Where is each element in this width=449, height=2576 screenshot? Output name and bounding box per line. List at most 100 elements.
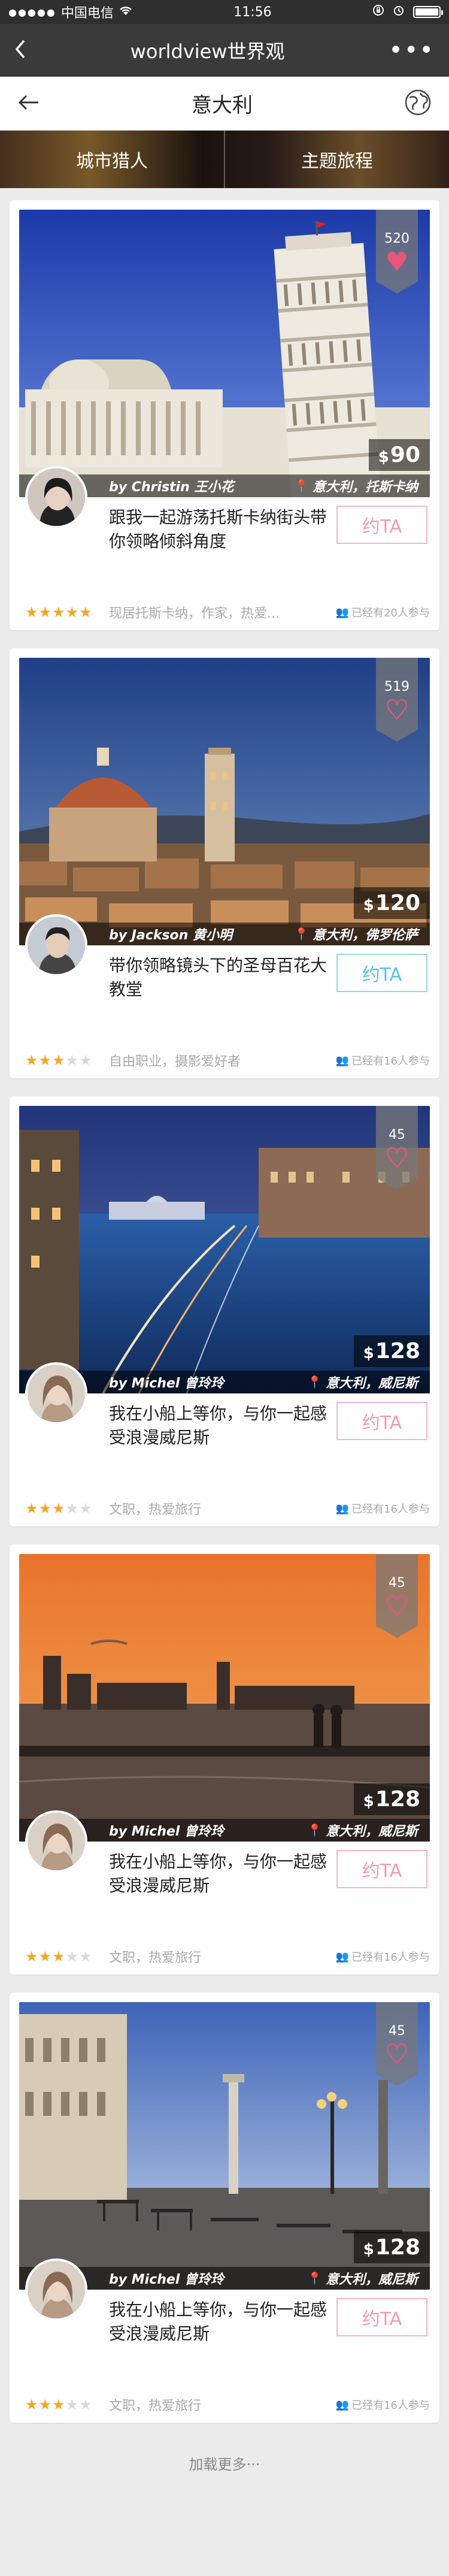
app-title: worldview世界观 (130, 40, 285, 63)
card-meta: ★★★★★ 现居托斯卡纳，作家，热爱... 👥 已经有20人参与 (19, 603, 430, 622)
card-info: 带你领略镜头下的圣母百花大教堂 约TA (19, 914, 430, 1044)
pin-icon: 📍 (307, 2271, 322, 2285)
rating-stars: ★★★★★ (25, 1052, 93, 1069)
card-meta: ★★★★★ 文职，热爱旅行 👥 已经有16人参与 (19, 1499, 430, 1518)
page-title: 意大利 (192, 93, 253, 117)
currency-symbol: $ (363, 1792, 374, 1810)
contact-button[interactable]: 约TA (336, 1402, 427, 1440)
like-count: 45 (389, 2024, 405, 2039)
like-badge[interactable]: 45 ♥ (376, 2002, 418, 2086)
like-count: 519 (384, 679, 409, 694)
tab-theme-journey[interactable]: 主题旅程 (225, 131, 449, 188)
guide-card[interactable]: 45 ♥ $128 by Michel 曾玲玲 📍 意大利，威尼斯 我在小船上等你… (10, 1096, 439, 1526)
avatar[interactable] (25, 2258, 87, 2321)
trip-title[interactable]: 我在小船上等你，与你一起感受浪漫威尼斯 (109, 1850, 334, 1898)
location: 📍 意大利，托斯卡纳 (294, 476, 418, 495)
people-icon: 👥 (335, 1054, 350, 1067)
pin-icon: 📍 (294, 927, 309, 941)
status-right (372, 4, 443, 20)
location-label: 意大利，威尼斯 (325, 1824, 418, 1839)
rating-stars: ★★★★★ (25, 1948, 93, 1965)
location: 📍 意大利，威尼斯 (307, 2269, 418, 2288)
participants-label: 已经有20人参与 (351, 607, 430, 619)
chevron-left-icon[interactable] (14, 39, 26, 62)
lock-rotation-icon (372, 4, 384, 20)
globe-icon[interactable] (404, 88, 432, 119)
card-photo: 45 ♥ $128 by Michel 曾玲玲 📍 意大利，威尼斯 (19, 1106, 430, 1393)
card-photo: 520 ♥ $90 by Christin 王小花 📍 意大利，托斯卡纳 (19, 210, 430, 497)
heart-icon[interactable]: ♥ (384, 1145, 409, 1172)
like-count: 520 (384, 231, 409, 246)
contact-button[interactable]: 约TA (336, 2298, 427, 2336)
card-list: 520 ♥ $90 by Christin 王小花 📍 意大利，托斯卡纳 跟我一起… (0, 188, 449, 2423)
people-icon: 👥 (335, 1502, 350, 1515)
heart-icon[interactable]: ♥ (385, 249, 408, 276)
participants: 👥 已经有16人参与 (336, 1501, 430, 1516)
info-actions: 约TA (334, 2298, 430, 2388)
like-badge[interactable]: 519 ♥ (376, 658, 418, 742)
contact-button[interactable]: 约TA (336, 506, 427, 544)
like-badge[interactable]: 45 ♥ (376, 1554, 418, 1638)
guide-card[interactable]: 519 ♥ $120 by Jackson 黄小明 📍 意大利，佛罗伦萨 带你领略… (10, 648, 439, 1078)
info-actions: 约TA (334, 1402, 430, 1492)
card-photo: 45 ♥ $128 by Michel 曾玲玲 📍 意大利，威尼斯 (19, 1554, 430, 1842)
arrow-left-icon[interactable] (17, 93, 41, 114)
contact-button[interactable]: 约TA (336, 1850, 427, 1888)
avatar[interactable] (25, 466, 87, 528)
card-meta: ★★★★★ 文职，热爱旅行 👥 已经有16人参与 (19, 1947, 430, 1966)
heart-icon[interactable]: ♥ (384, 1593, 409, 1620)
location-label: 意大利，威尼斯 (325, 1376, 418, 1391)
avatar[interactable] (25, 1810, 87, 1873)
guide-tags: 文职，热爱旅行 (109, 1951, 202, 1966)
pin-icon: 📍 (307, 1375, 322, 1389)
people-icon: 👥 (335, 1950, 350, 1963)
trip-title[interactable]: 我在小船上等你，与你一起感受浪漫威尼斯 (109, 2298, 334, 2346)
nav-bar: worldview世界观 ••• (0, 24, 449, 77)
price-tag: $128 (353, 1335, 430, 1367)
price-value: 128 (375, 1787, 420, 1812)
guide-card[interactable]: 45 ♥ $128 by Michel 曾玲玲 📍 意大利，威尼斯 我在小船上等你… (10, 1993, 439, 2423)
price-value: 120 (375, 891, 420, 915)
like-badge[interactable]: 520 ♥ (376, 210, 418, 294)
card-meta: ★★★★★ 文职，热爱旅行 👥 已经有16人参与 (19, 2395, 430, 2414)
guide-tags: 现居托斯卡纳，作家，热爱... (109, 606, 280, 621)
avatar[interactable] (25, 914, 87, 976)
tab-label: 城市猎人 (76, 151, 148, 172)
card-info: 我在小船上等你，与你一起感受浪漫威尼斯 约TA (19, 2258, 430, 2388)
pin-icon: 📍 (294, 479, 309, 493)
alarm-icon (393, 4, 405, 20)
location-label: 意大利，佛罗伦萨 (312, 928, 418, 943)
currency-symbol: $ (363, 2241, 374, 2258)
tab-label: 主题旅程 (301, 151, 373, 172)
heart-icon[interactable]: ♥ (384, 2041, 409, 2069)
guide-card[interactable]: 45 ♥ $128 by Michel 曾玲玲 📍 意大利，威尼斯 我在小船上等你… (10, 1544, 439, 1975)
trip-title[interactable]: 带你领略镜头下的圣母百花大教堂 (109, 954, 334, 1002)
location: 📍 意大利，威尼斯 (307, 1821, 418, 1840)
wifi-icon (119, 5, 133, 20)
price-tag: $128 (353, 2232, 430, 2263)
trip-title[interactable]: 跟我一起游荡托斯卡纳街头带你领略倾斜角度 (109, 506, 334, 554)
more-dots-icon[interactable]: ••• (389, 37, 435, 64)
price-value: 128 (375, 1339, 420, 1363)
like-badge[interactable]: 45 ♥ (376, 1106, 418, 1190)
author-name: by Jackson 黄小明 (109, 928, 232, 943)
participants-label: 已经有16人参与 (351, 2399, 430, 2412)
status-bar: ●●●●● 中国电信 11:56 (0, 0, 449, 24)
location: 📍 意大利，威尼斯 (307, 1372, 418, 1392)
status-left: ●●●●● 中国电信 (8, 2, 133, 22)
trip-title[interactable]: 我在小船上等你，与你一起感受浪漫威尼斯 (109, 1402, 334, 1450)
rating-stars: ★★★★★ (25, 2396, 93, 2413)
tab-city-hunter[interactable]: 城市猎人 (0, 131, 225, 188)
location: 📍 意大利，佛罗伦萨 (294, 924, 418, 944)
guide-card[interactable]: 520 ♥ $90 by Christin 王小花 📍 意大利，托斯卡纳 跟我一起… (10, 200, 439, 630)
people-icon: 👥 (335, 2398, 350, 2411)
card-info: 跟我一起游荡托斯卡纳街头带你领略倾斜角度 约TA (19, 466, 430, 595)
avatar[interactable] (25, 1362, 87, 1425)
contact-button[interactable]: 约TA (336, 954, 427, 992)
participants-label: 已经有16人参与 (351, 1951, 430, 1964)
load-more-button[interactable]: 加载更多··· (0, 2453, 449, 2474)
heart-icon[interactable]: ♥ (384, 697, 409, 724)
price-value: 128 (375, 2235, 420, 2260)
guide-tags: 文职，热爱旅行 (109, 2399, 202, 2414)
like-count: 45 (389, 1127, 405, 1142)
